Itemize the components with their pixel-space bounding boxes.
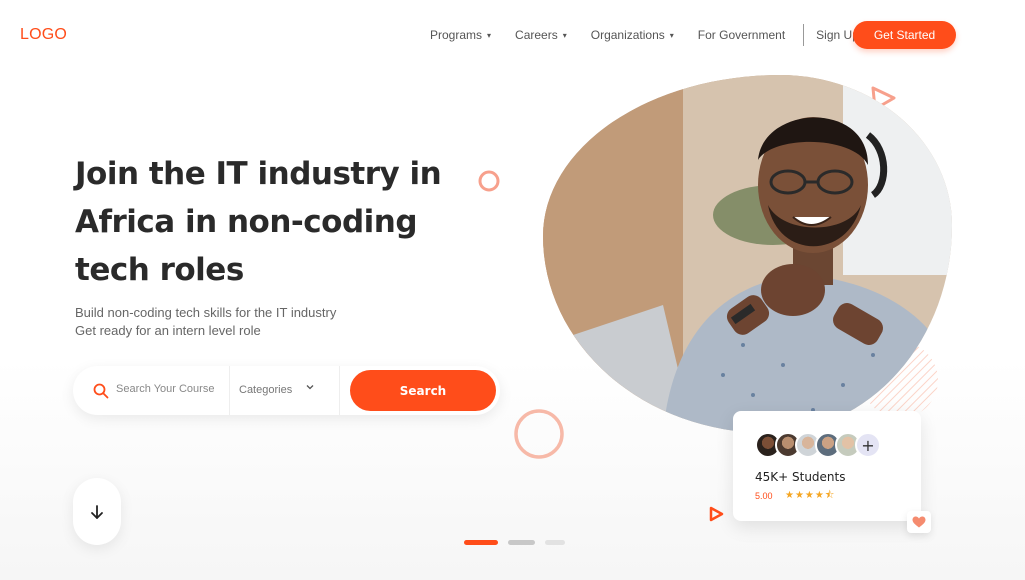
headline-line: tech roles bbox=[75, 252, 244, 288]
students-stats-card: + 45K+ Students 5.00 ★★★★⯪ bbox=[733, 411, 921, 521]
decorative-ring-large bbox=[514, 409, 564, 459]
hero-photo-illustration bbox=[543, 75, 952, 433]
carousel-pager bbox=[464, 540, 575, 545]
favorite-button[interactable] bbox=[907, 511, 931, 533]
caret-down-icon: ▾ bbox=[669, 30, 674, 40]
students-count: 45K+ Students bbox=[755, 470, 846, 484]
nav-careers-label: Careers bbox=[515, 28, 558, 42]
hero-subtitle: Build non-coding tech skills for the IT … bbox=[75, 304, 336, 340]
nav-for-government[interactable]: For Government bbox=[698, 28, 785, 42]
hero-headline: Join the IT industry in Africa in non-co… bbox=[75, 150, 475, 294]
divider bbox=[229, 366, 230, 415]
nav-organizations-label: Organizations bbox=[590, 28, 665, 42]
nav-programs-label: Programs bbox=[430, 28, 483, 42]
search-icon bbox=[93, 383, 109, 399]
decorative-ring-small bbox=[478, 170, 500, 192]
scroll-down-button[interactable] bbox=[73, 478, 121, 545]
nav-divider bbox=[803, 24, 805, 46]
caret-down-icon: ▾ bbox=[562, 30, 567, 40]
divider bbox=[339, 366, 340, 415]
nav-programs[interactable]: Programs ▾ bbox=[430, 28, 491, 42]
pager-dot[interactable] bbox=[508, 540, 535, 545]
chevron-down-icon[interactable] bbox=[305, 382, 315, 392]
play-icon bbox=[709, 506, 724, 522]
caret-down-icon: ▾ bbox=[487, 30, 492, 40]
student-avatars: + bbox=[755, 432, 881, 458]
search-button[interactable]: Search bbox=[350, 370, 496, 411]
pager-dot-active[interactable] bbox=[464, 540, 498, 545]
hero-photo bbox=[543, 75, 952, 433]
search-input[interactable]: Search Your Course bbox=[116, 383, 214, 395]
subtitle-line: Build non-coding tech skills for the IT … bbox=[75, 305, 337, 320]
get-started-button[interactable]: Get Started bbox=[853, 21, 956, 49]
course-search-bar: Search Your Course Categories Search bbox=[73, 366, 500, 415]
headline-line: Africa in non-coding bbox=[75, 204, 418, 240]
main-nav: Programs ▾ Careers ▾ Organizations ▾ For… bbox=[430, 22, 877, 48]
rating-value: 5.00 bbox=[755, 491, 773, 501]
add-avatar-button[interactable]: + bbox=[855, 432, 881, 458]
nav-organizations[interactable]: Organizations ▾ bbox=[591, 28, 674, 42]
subtitle-line: Get ready for an intern level role bbox=[75, 323, 261, 338]
heart-icon bbox=[912, 516, 926, 528]
star-rating: ★★★★⯪ bbox=[785, 490, 836, 501]
categories-dropdown[interactable]: Categories bbox=[239, 384, 292, 396]
pager-dot[interactable] bbox=[545, 540, 565, 545]
headline-line: Join the IT industry in bbox=[75, 156, 442, 192]
nav-for-government-label: For Government bbox=[697, 28, 786, 42]
nav-careers[interactable]: Careers ▾ bbox=[515, 28, 567, 42]
arrow-down-icon bbox=[91, 504, 103, 519]
logo[interactable]: LOGO bbox=[20, 26, 67, 44]
